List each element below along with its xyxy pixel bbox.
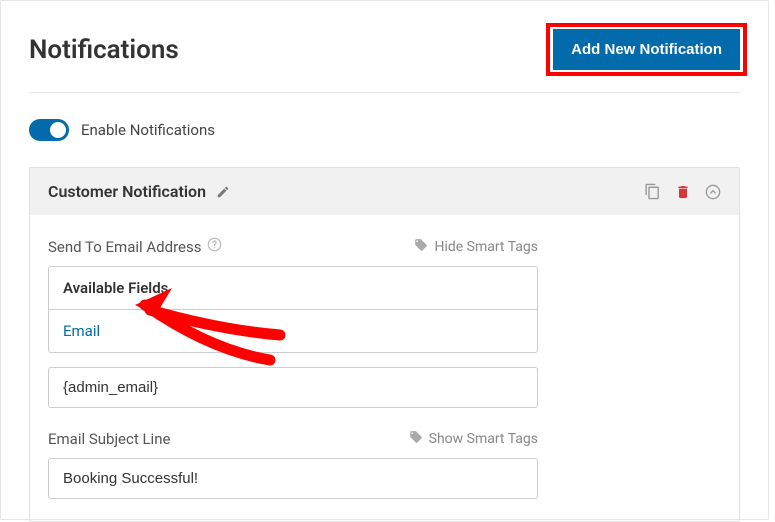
enable-notifications-toggle[interactable] [29,119,69,141]
enable-notifications-label: Enable Notifications [81,121,215,139]
email-field-option[interactable]: Email [49,310,537,352]
show-smart-tags-link[interactable]: Show Smart Tags [409,430,538,448]
available-fields-dropdown: Available Fields Email [48,266,538,353]
help-icon[interactable] [207,237,222,256]
divider [29,92,740,93]
notification-panel: Customer Notification Send [29,167,740,522]
trash-icon[interactable] [675,184,691,200]
subject-line-label: Email Subject Line [48,430,170,448]
pencil-icon[interactable] [216,185,230,199]
page-title: Notifications [29,35,179,65]
panel-header: Customer Notification [30,168,739,215]
add-new-notification-button[interactable]: Add New Notification [553,29,740,70]
toggle-knob [50,122,66,138]
panel-title: Customer Notification [48,182,206,201]
add-new-notification-label: Add New Notification [571,41,722,58]
chevron-up-icon[interactable] [705,184,721,200]
send-to-email-input[interactable] [48,367,538,408]
subject-line-input[interactable] [48,458,538,499]
available-fields-header: Available Fields [49,267,537,310]
tag-icon [409,430,423,448]
send-to-label: Send To Email Address [48,238,201,256]
hide-smart-tags-link[interactable]: Hide Smart Tags [414,238,538,256]
hide-smart-tags-label: Hide Smart Tags [434,239,538,255]
tag-icon [414,238,428,256]
show-smart-tags-label: Show Smart Tags [429,431,538,447]
copy-icon[interactable] [644,183,661,200]
